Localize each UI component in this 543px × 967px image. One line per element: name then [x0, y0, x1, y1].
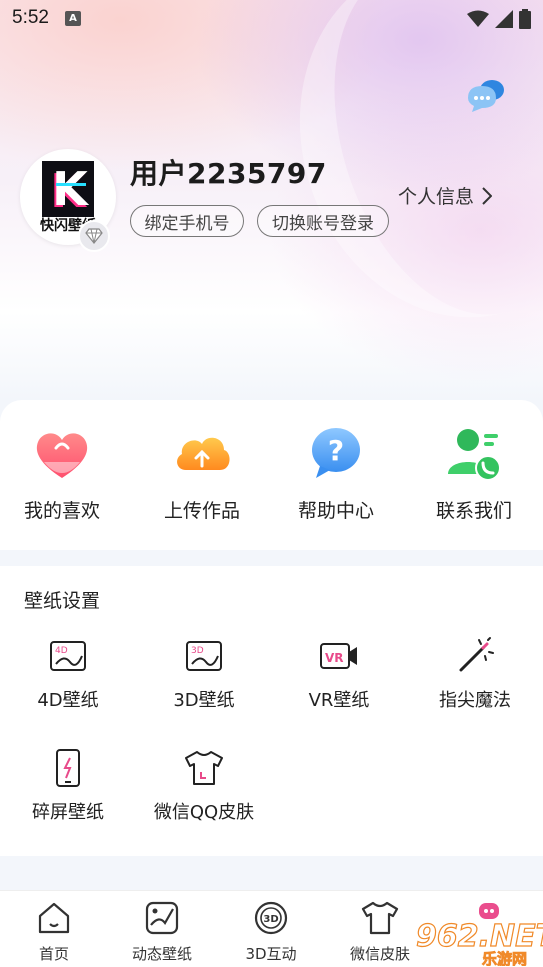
svg-text:3D: 3D: [191, 646, 204, 656]
wallpaper-item-label: 微信QQ皮肤: [153, 802, 255, 823]
app-logo-k: K K: [42, 161, 94, 218]
switch-account-button[interactable]: 切换账号登录: [257, 205, 389, 237]
wallpaper-item-4d[interactable]: 4D 4D壁纸: [0, 636, 136, 712]
wallpaper-item-magic[interactable]: 指尖魔法: [407, 636, 543, 712]
vip-diamond-icon[interactable]: [78, 220, 110, 252]
svg-text:?: ?: [328, 434, 344, 467]
tab-label: 动态壁纸: [131, 945, 192, 963]
3d-wallpaper-icon: 3D: [186, 641, 222, 671]
wallpaper-settings-card: 壁纸设置 4D 4D壁纸 3D 3D壁纸 VR VR壁纸 指尖魔法 碎屏壁纸 微…: [0, 566, 543, 856]
chevron-right-icon: [482, 186, 493, 205]
cloud-upload-icon: [177, 437, 230, 470]
wallpaper-item-vr[interactable]: VR VR壁纸: [271, 636, 407, 712]
battery-icon: [519, 9, 531, 29]
svg-text:4D: 4D: [55, 646, 68, 656]
tab-dynamic-wallpaper[interactable]: 动态壁纸: [108, 899, 216, 964]
quick-item-label: 我的喜欢: [23, 500, 100, 522]
wifi-icon: [467, 10, 489, 27]
wallpaper-item-label: 指尖魔法: [439, 690, 511, 711]
wallpaper-item-label: 3D壁纸: [173, 690, 235, 711]
quick-item-label: 帮助中心: [297, 500, 374, 522]
heart-icon: [36, 433, 88, 478]
profile-info-link[interactable]: 个人信息: [398, 182, 493, 209]
quick-item-upload[interactable]: 上传作品: [134, 422, 270, 523]
help-bubble-icon: ?: [312, 428, 360, 478]
bind-phone-button[interactable]: 绑定手机号: [130, 205, 244, 237]
svg-text:3D: 3D: [263, 914, 278, 925]
quick-item-label: 上传作品: [163, 500, 240, 522]
vr-camera-icon: VR: [320, 643, 357, 669]
profile-info-label: 个人信息: [398, 186, 475, 208]
shirt-icon: [185, 751, 223, 785]
quick-item-favorites[interactable]: 我的喜欢: [0, 422, 130, 523]
dynamic-wallpaper-icon: [145, 901, 179, 935]
wallpaper-item-broken-screen[interactable]: 碎屏壁纸: [0, 748, 136, 824]
quick-item-contact[interactable]: 联系我们: [406, 422, 542, 523]
wallpaper-item-label: 4D壁纸: [37, 690, 99, 711]
tab-home[interactable]: 首页: [0, 899, 108, 964]
wallpaper-item-3d[interactable]: 3D 3D壁纸: [136, 636, 272, 712]
shirt-icon: [361, 901, 399, 935]
magic-wand-icon: [459, 637, 494, 672]
watermark-logo: 962.NET 乐游网: [415, 918, 543, 966]
message-bubble-icon[interactable]: [464, 78, 506, 114]
home-icon: [38, 902, 70, 934]
broken-phone-icon: [56, 749, 80, 787]
svg-text:K: K: [52, 162, 90, 216]
3d-interact-icon: 3D: [254, 901, 288, 935]
tab-label: 微信皮肤: [349, 945, 410, 963]
svg-text:962.NET: 962.NET: [416, 919, 543, 954]
tab-label: 3D互动: [245, 945, 297, 963]
tab-3d-interact[interactable]: 3D 3D互动: [217, 899, 325, 964]
quick-item-help[interactable]: ? 帮助中心: [268, 422, 404, 523]
wallpaper-item-label: 碎屏壁纸: [32, 802, 104, 823]
4d-wallpaper-icon: 4D: [50, 641, 86, 671]
notification-badge: A: [64, 10, 81, 26]
svg-text:VR: VR: [325, 651, 344, 665]
username: 用户2235797: [130, 157, 327, 190]
section-title: 壁纸设置: [24, 590, 101, 612]
quick-item-label: 联系我们: [435, 500, 512, 522]
quick-actions-card: 我的喜欢 上传作品 ? 帮助中心 联系我们: [0, 400, 543, 550]
tab-label: 首页: [38, 945, 69, 963]
status-bar: 5:52 A: [0, 0, 543, 36]
contact-user-icon: [448, 429, 501, 481]
signal-icon: [495, 10, 513, 28]
svg-text:乐游网: 乐游网: [482, 950, 527, 966]
wallpaper-item-wechat-qq-skin[interactable]: 微信QQ皮肤: [136, 748, 272, 824]
wallpaper-item-label: VR壁纸: [308, 690, 370, 711]
status-time: 5:52: [12, 7, 49, 28]
